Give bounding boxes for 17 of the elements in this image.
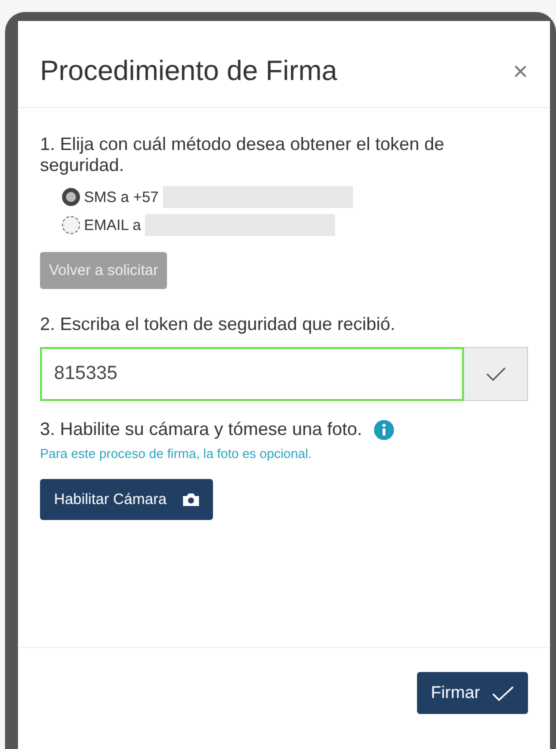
note-text: Para este proceso de firma, la foto es opcional. [40, 446, 313, 461]
camera-icon [182, 493, 199, 506]
close-button[interactable]: × [512, 56, 528, 86]
info-icon[interactable] [374, 420, 394, 440]
option-label: SMS a +57 [84, 188, 159, 206]
radio-button[interactable] [62, 216, 80, 234]
radio-button[interactable] [62, 188, 80, 206]
step-label: 2. Escriba el token de seguridad que recibió. [40, 314, 396, 335]
check-icon [492, 686, 514, 700]
token-input[interactable]: 815335 [40, 347, 464, 401]
enable-camera-button[interactable]: Habilitar Cámara [40, 479, 213, 520]
step-label: 3. Habilite su cámara y tómese una foto. [40, 419, 362, 440]
step-label: 1. Elija con cuál método desea obtener el token de seguridad. [40, 134, 446, 176]
check-icon [486, 367, 506, 381]
sign-button[interactable]: Firmar [416, 672, 528, 714]
dialog-title: Procedimiento de Firma [40, 55, 338, 87]
option-label: EMAIL a [84, 216, 141, 234]
